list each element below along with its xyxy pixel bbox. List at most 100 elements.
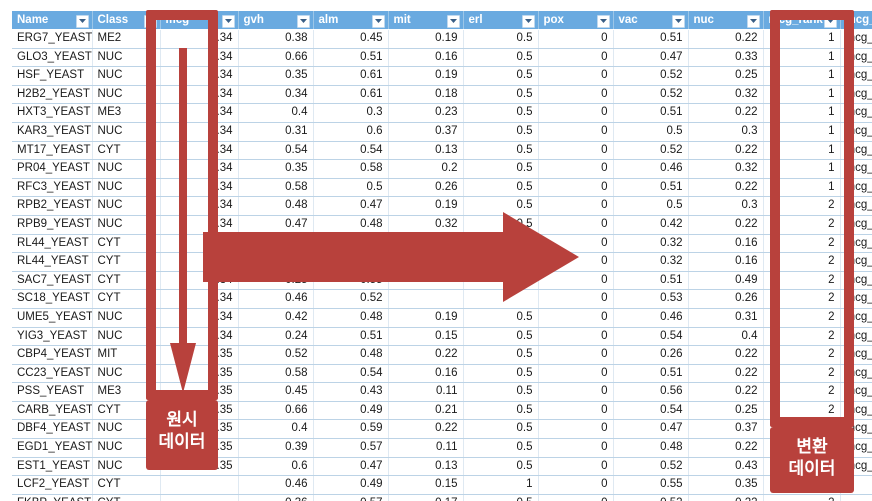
cell-pox[interactable]: 0 <box>538 66 614 86</box>
cell-mit[interactable]: 0.18 <box>388 85 464 105</box>
cell-pox[interactable]: 0 <box>538 327 614 347</box>
cell-alm[interactable]: 0.54 <box>313 141 389 161</box>
cell-name[interactable]: H2B2_YEAST <box>12 85 93 105</box>
cell-mit[interactable]: 0.22 <box>388 419 464 440</box>
cell-class[interactable]: CYT <box>92 494 161 501</box>
cell-vac[interactable]: 0.51 <box>613 271 689 291</box>
cell-erl[interactable]: 0.5 <box>463 382 539 402</box>
cell-gvh[interactable]: 0.66 <box>238 48 314 68</box>
cell-pox[interactable]: 0 <box>538 345 614 365</box>
cell-vac[interactable]: 0.51 <box>613 29 689 49</box>
cell-class[interactable]: CYT <box>92 475 161 495</box>
cell-nuc[interactable]: 0.22 <box>688 345 764 365</box>
cell-erl[interactable]: 0.5 <box>463 178 539 198</box>
cell-alm[interactable]: 0.3 <box>313 103 389 123</box>
cell-erl[interactable]: 0.5 <box>463 364 539 384</box>
cell-mcg_rank[interactable]: 2 <box>763 494 841 501</box>
table-row[interactable]: PSS_YEAST ME3 0.35 0.45 0.43 0.11 0.5 0 0.56 0.22… <box>12 382 872 402</box>
cell-name[interactable]: SC18_YEAST <box>12 289 93 309</box>
cell-pox[interactable]: 0 <box>538 494 614 501</box>
cell-mit[interactable]: 0.19 <box>388 308 464 328</box>
cell-nuc[interactable]: 0.22 <box>688 215 764 235</box>
filter-dropdown-icon[interactable] <box>596 15 610 28</box>
cell-gvh[interactable]: 0.58 <box>238 178 314 198</box>
filter-dropdown-icon[interactable] <box>75 15 89 28</box>
cell-erl[interactable]: 0.5 <box>463 141 539 161</box>
table-row[interactable]: HSF_YEAST NUC 0.34 0.35 0.61 0.19 0.5 0 0.52 0.25… <box>12 66 872 86</box>
cell-erl[interactable]: 0.5 <box>463 401 539 421</box>
cell-mit[interactable]: 0.21 <box>388 401 464 421</box>
cell-name[interactable]: DBF4_YEAST <box>12 419 93 440</box>
cell-alm[interactable]: 0.54 <box>313 364 389 384</box>
cell-pox[interactable]: 0 <box>538 308 614 328</box>
cell-vac[interactable]: 0.51 <box>613 178 689 198</box>
cell-vac[interactable]: 0.42 <box>613 215 689 235</box>
cell-gvh[interactable]: 0.39 <box>238 438 314 458</box>
cell-nuc[interactable]: 0.22 <box>688 141 764 161</box>
cell-name[interactable]: RPB9_YEAST <box>12 215 93 235</box>
cell-nuc[interactable]: 0.22 <box>688 364 764 384</box>
cell-nuc[interactable]: 0.32 <box>688 85 764 105</box>
cell-gvh[interactable]: 0.31 <box>238 122 314 142</box>
cell-erl[interactable]: 0.5 <box>463 48 539 68</box>
cell-alm[interactable]: 0.57 <box>313 438 389 458</box>
cell-erl[interactable]: 0.5 <box>463 66 539 86</box>
cell-name[interactable]: RPB2_YEAST <box>12 196 93 216</box>
cell-alm[interactable]: 0.49 <box>313 401 389 421</box>
table-row[interactable]: GLO3_YEAST NUC 0.34 0.66 0.51 0.16 0.5 0 0.47 0.3… <box>12 48 872 68</box>
cell-alm[interactable]: 0.61 <box>313 66 389 86</box>
cell-pox[interactable]: 0 <box>538 141 614 161</box>
filter-dropdown-icon[interactable] <box>671 15 685 28</box>
filter-dropdown-icon[interactable] <box>371 15 385 28</box>
cell-vac[interactable]: 0.51 <box>613 103 689 123</box>
cell-erl[interactable]: 1 <box>463 475 539 495</box>
cell-vac[interactable]: 0.54 <box>613 401 689 421</box>
cell-name[interactable]: HXT3_YEAST <box>12 103 93 123</box>
cell-name[interactable]: RL44_YEAST <box>12 252 93 272</box>
cell-nuc[interactable]: 0.31 <box>688 308 764 328</box>
cell-mit[interactable]: 0.17 <box>388 494 464 501</box>
cell-nuc[interactable]: 0.22 <box>688 382 764 402</box>
table-row[interactable]: LCF2_YEASTCYT0.460.490.15100.550.352 <box>12 475 872 495</box>
cell-pox[interactable]: 0 <box>538 103 614 123</box>
table-row[interactable]: FKBP_YEASTCYT 0.360.570.170.500.520.222 <box>12 494 872 501</box>
table-row[interactable]: CARB_YEAST CYT 0.35 0.66 0.49 0.21 0.5 0 0.54 0.2… <box>12 401 872 421</box>
cell-erl[interactable]: 0.5 <box>463 327 539 347</box>
table-row[interactable]: RFC3_YEAST NUC 0.34 0.58 0.5 0.26 0.5 0 0.51 0.22… <box>12 178 872 198</box>
cell-name[interactable]: LCF2_YEAST <box>12 475 93 495</box>
cell-name[interactable]: ERG7_YEAST <box>12 29 93 49</box>
cell-pox[interactable]: 0 <box>538 382 614 402</box>
cell-name[interactable]: SAC7_YEAST <box>12 271 93 291</box>
cell-alm[interactable]: 0.45 <box>313 29 389 49</box>
cell-vac[interactable]: 0.56 <box>613 382 689 402</box>
table-row[interactable]: DBF4_YEAST NUC 0.35 0.4 0.59 0.22 0.5 0 0.47 0.37… <box>12 419 872 440</box>
cell-mcg[interactable] <box>160 475 239 495</box>
cell-gvh[interactable]: 0.42 <box>238 308 314 328</box>
cell-vac[interactable]: 0.48 <box>613 438 689 458</box>
cell-vac[interactable]: 0.52 <box>613 85 689 105</box>
cell-gvh[interactable]: 0.38 <box>238 29 314 49</box>
cell-vac[interactable]: 0.54 <box>613 327 689 347</box>
cell-nuc[interactable]: 0.22 <box>688 494 764 501</box>
cell-vac[interactable]: 0.5 <box>613 196 689 216</box>
cell-name[interactable]: CC23_YEAST <box>12 364 93 384</box>
cell-alm[interactable]: 0.47 <box>313 457 389 477</box>
cell-vac[interactable]: 0.46 <box>613 159 689 179</box>
cell-gvh[interactable]: 0.66 <box>238 401 314 421</box>
cell-mit[interactable]: 0.19 <box>388 29 464 49</box>
cell-nuc[interactable]: 0.37 <box>688 419 764 440</box>
column-header-alm[interactable]: alm <box>313 11 389 30</box>
cell-erl[interactable]: 0.5 <box>463 345 539 365</box>
cell-mit[interactable]: 0.16 <box>388 364 464 384</box>
cell-pox[interactable]: 0 <box>538 178 614 198</box>
cell-gvh[interactable]: 0.58 <box>238 364 314 384</box>
cell-pox[interactable]: 0 <box>538 122 614 142</box>
cell-alm[interactable]: 0.48 <box>313 345 389 365</box>
cell-gvh[interactable]: 0.35 <box>238 66 314 86</box>
cell-nuc[interactable]: 0.3 <box>688 196 764 216</box>
cell-gvh[interactable]: 0.34 <box>238 85 314 105</box>
filter-dropdown-icon[interactable] <box>221 15 235 28</box>
filter-dropdown-icon[interactable] <box>446 15 460 28</box>
cell-gvh[interactable]: 0.6 <box>238 457 314 477</box>
cell-erl[interactable]: 0.5 <box>463 494 539 501</box>
